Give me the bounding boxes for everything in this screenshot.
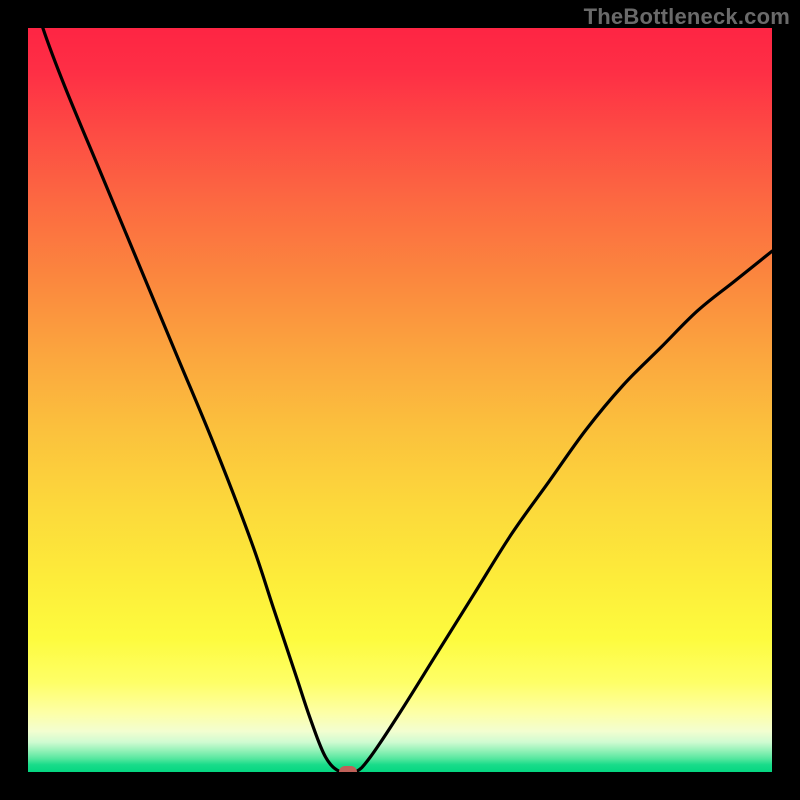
bottleneck-curve [28,28,772,772]
chart-container: TheBottleneck.com [0,0,800,800]
optimum-marker [339,766,357,772]
curve-svg [28,28,772,772]
watermark-text: TheBottleneck.com [584,4,790,30]
plot-area [28,28,772,772]
